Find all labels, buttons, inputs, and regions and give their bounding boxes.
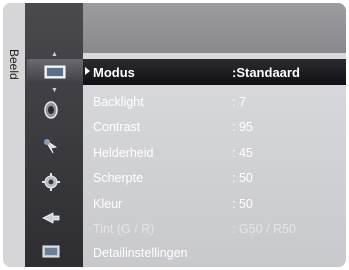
setup-icon[interactable] xyxy=(36,170,66,194)
scroll-up-icon: ▲ xyxy=(51,51,58,58)
menu-item-tint: Tint (G / R) : G50 / R50 xyxy=(83,218,346,240)
menu-item-label: Backlight xyxy=(93,95,144,109)
picture-icon[interactable] xyxy=(27,59,83,85)
menu-item-label: Scherpte xyxy=(93,171,144,185)
menu-item-label: Tint (G / R) xyxy=(93,222,155,236)
tv-menu: Beeld ▲ ▼ Modus:Standaard Backlight: 7… xyxy=(3,3,346,267)
selection-pointer-icon xyxy=(85,67,90,75)
menu-item-value: : 50 xyxy=(232,171,253,185)
menu-item-label: Modus xyxy=(93,64,135,80)
menu-item-label: Helderheid xyxy=(93,146,154,160)
application-icon[interactable] xyxy=(36,240,66,264)
input-icon[interactable] xyxy=(36,206,66,230)
scroll-down-icon: ▼ xyxy=(51,87,58,94)
sound-icon[interactable] xyxy=(36,98,66,122)
menu-item-label: Kleur xyxy=(93,197,123,211)
menu-item-value: : G50 / R50 xyxy=(232,222,296,236)
menu-item-label: Contrast xyxy=(93,120,141,134)
channel-icon[interactable] xyxy=(36,134,66,158)
menu-item-helderheid[interactable]: Helderheid : 45 xyxy=(83,142,346,164)
header-band xyxy=(83,3,346,53)
menu-item-backlight[interactable]: Backlight : 7 xyxy=(83,91,346,113)
tab-label-picture[interactable]: Beeld xyxy=(7,49,21,80)
menu-item-modus[interactable]: Modus :Standaard xyxy=(83,59,346,85)
menu-item-value: : 50 xyxy=(232,197,253,211)
menu-item-detailinstellingen[interactable]: Detailinstellingen xyxy=(83,242,346,264)
tab-strip: Beeld xyxy=(3,3,25,267)
menu-item-label: Detailinstellingen xyxy=(93,246,188,260)
menu-item-value: : 7 xyxy=(232,95,246,109)
menu-item-value: : 95 xyxy=(232,120,253,134)
menu-item-kleur[interactable]: Kleur : 50 xyxy=(83,193,346,215)
menu-item-scherpte[interactable]: Scherpte : 50 xyxy=(83,167,346,189)
menu-item-value: : 45 xyxy=(232,146,253,160)
menu-item-value: :Standaard xyxy=(232,64,300,80)
menu-item-contrast[interactable]: Contrast : 95 xyxy=(83,116,346,138)
